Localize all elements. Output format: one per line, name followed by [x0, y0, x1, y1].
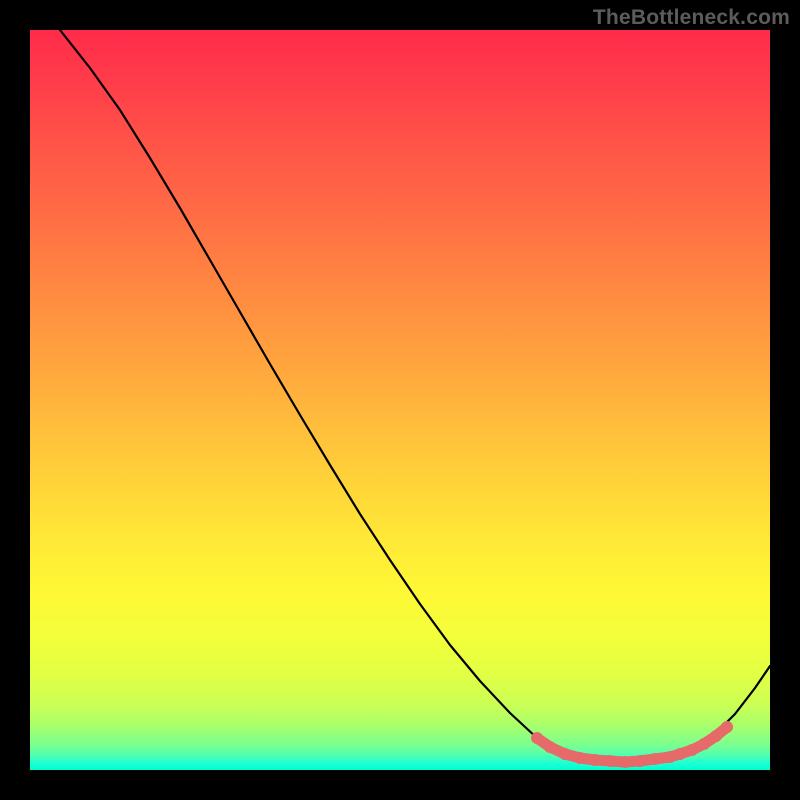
highlight-dot: [604, 755, 616, 767]
highlight-dot: [634, 755, 646, 767]
curve-line: [60, 30, 770, 762]
plot-area: [30, 30, 770, 770]
highlight-dot: [698, 738, 710, 750]
chart-svg: [30, 30, 770, 770]
highlight-dot: [710, 730, 722, 742]
highlight-dot: [674, 748, 686, 760]
highlight-dot: [544, 741, 556, 753]
highlight-dot: [589, 754, 601, 766]
highlight-dot: [559, 748, 571, 760]
highlight-dot: [531, 732, 543, 744]
chart-frame: TheBottleneck.com: [0, 0, 800, 800]
highlight-dot: [574, 752, 586, 764]
highlight-dot: [649, 753, 661, 765]
highlight-dot: [686, 744, 698, 756]
highlight-dot: [619, 756, 631, 768]
watermark-text: TheBottleneck.com: [593, 6, 790, 30]
highlight-dot: [721, 721, 733, 733]
